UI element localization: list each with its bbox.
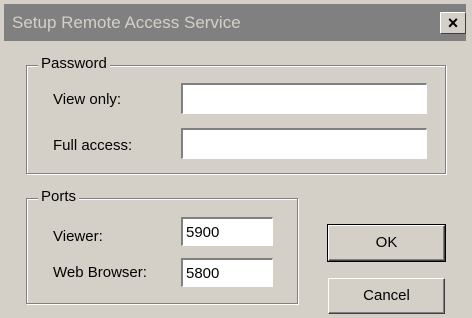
view-only-label: View only: <box>53 91 122 108</box>
window-title: Setup Remote Access Service <box>12 13 241 32</box>
viewer-port-label: Viewer: <box>53 228 103 245</box>
full-access-label: Full access: <box>53 137 133 154</box>
full-access-password-input[interactable] <box>181 128 427 159</box>
setup-remote-access-dialog: Setup Remote Access Service × Password V… <box>0 0 472 318</box>
viewer-port-input[interactable] <box>181 217 273 246</box>
cancel-button[interactable]: Cancel <box>328 278 445 314</box>
ok-button[interactable]: OK <box>327 224 446 262</box>
ports-groupbox <box>26 198 298 304</box>
web-browser-port-input[interactable] <box>181 258 273 287</box>
close-button[interactable]: × <box>440 12 466 34</box>
view-only-password-input[interactable] <box>181 83 427 114</box>
close-icon: × <box>447 13 459 33</box>
password-group-title: Password <box>38 55 110 72</box>
web-browser-port-label: Web Browser: <box>53 264 147 281</box>
title-bar[interactable]: Setup Remote Access Service × <box>4 4 466 41</box>
ports-group-title: Ports <box>38 188 80 205</box>
